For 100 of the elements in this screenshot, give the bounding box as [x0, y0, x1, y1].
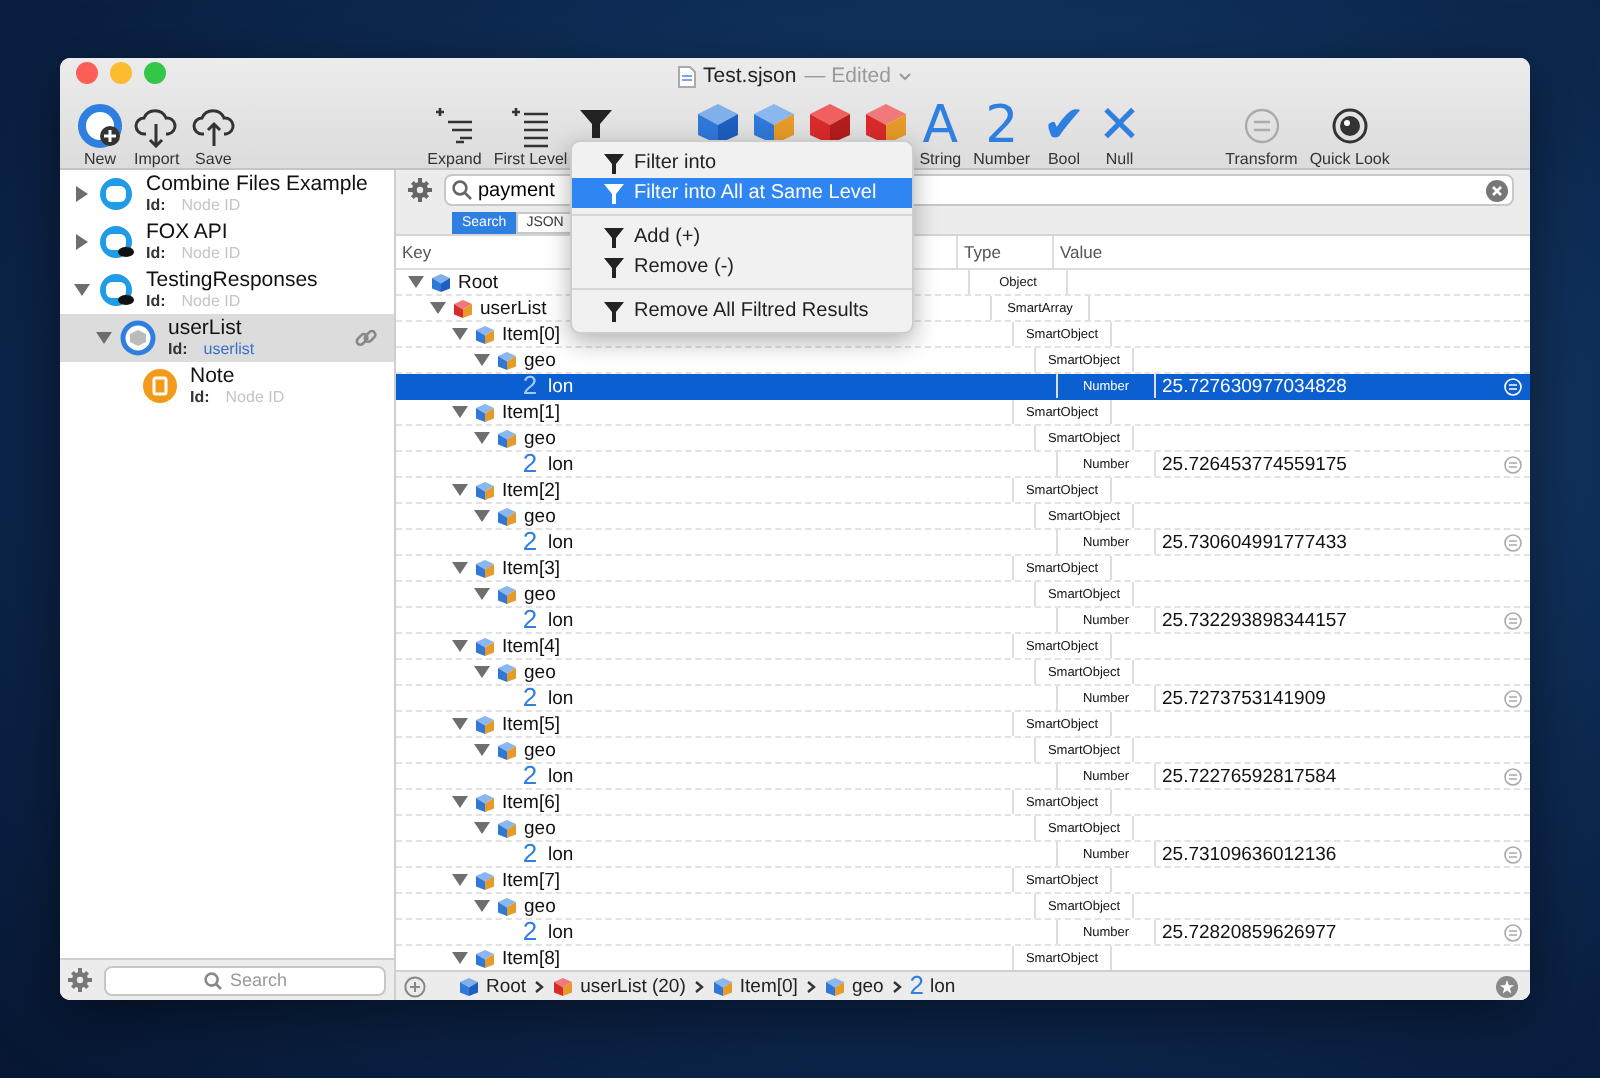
key-text: geo	[524, 583, 556, 605]
toolbar-button[interactable]: A String	[915, 102, 966, 168]
cloud-service-icon	[98, 224, 134, 260]
toolbar-button[interactable]: New	[74, 102, 126, 168]
key-text: lon	[548, 921, 574, 943]
value-text: 25.730604991777433	[1162, 531, 1347, 553]
toolbar-button[interactable]: ✔ Bool	[1038, 102, 1090, 168]
sidebar-item[interactable]: TestingResponses Id: Node ID	[60, 266, 394, 314]
key-text: Item[6]	[502, 791, 561, 813]
convert-icon	[1504, 611, 1522, 629]
convert-icon	[1504, 689, 1522, 707]
cube-icon	[496, 505, 518, 527]
breadcrumb-item[interactable]: Item[0]	[739, 975, 798, 997]
convert-icon	[1504, 455, 1522, 473]
expand-lines-icon	[432, 104, 477, 148]
cloud-service-icon	[98, 176, 134, 212]
item-name: Combine Files Example	[146, 172, 370, 196]
number-glyph: 2	[909, 974, 925, 998]
key-text: lon	[548, 843, 574, 865]
type-glyph: A	[922, 102, 959, 150]
cube-icon	[496, 895, 518, 917]
key-text: Item[0]	[502, 323, 561, 345]
toolbar-button[interactable]: First Level	[489, 102, 572, 168]
sidebar-item[interactable]: Combine Files Example Id: Node ID	[60, 170, 394, 218]
key-text: lon	[548, 531, 574, 553]
chevron-icon	[805, 979, 816, 993]
value-text: 25.72276592817584	[1162, 765, 1337, 787]
key-text: Item[1]	[502, 401, 561, 423]
key-text: geo	[524, 895, 556, 917]
id-label: Id:	[146, 196, 166, 216]
column-header[interactable]: Value	[1052, 236, 1530, 268]
key-text: geo	[524, 427, 556, 449]
toolbar-button[interactable]: ✕ Null	[1093, 102, 1146, 168]
id-label: Id:	[146, 244, 166, 264]
value-text: 25.72820859626977	[1162, 921, 1337, 943]
key-text: Item[8]	[502, 947, 561, 969]
column-header[interactable]: Type	[956, 236, 1052, 268]
toolbar-button[interactable]: Import	[130, 102, 184, 168]
convert-icon	[1504, 923, 1522, 941]
link-icon	[354, 326, 378, 350]
cube-icon	[496, 349, 518, 371]
sidebar-item[interactable]: Note Id: Node ID	[60, 362, 394, 410]
item-name: Note	[190, 364, 237, 388]
cube-circle-icon	[120, 320, 156, 356]
number-glyph: 2	[520, 374, 540, 398]
toolbar-button[interactable]: Expand	[423, 102, 486, 168]
key-text: Item[2]	[502, 479, 561, 501]
number-glyph: 2	[520, 686, 540, 710]
key-text: lon	[548, 609, 574, 631]
cube-icon	[496, 427, 518, 449]
id-value: Node ID	[181, 292, 241, 312]
document-status: — Edited	[804, 64, 891, 88]
cube-icon	[474, 323, 496, 345]
key-text: geo	[524, 349, 556, 371]
cube-icon	[452, 297, 474, 319]
breadcrumb-item[interactable]: Root	[486, 975, 527, 997]
key-text: lon	[548, 765, 574, 787]
cube-icon	[496, 739, 518, 761]
breadcrumb-item[interactable]: geo	[851, 975, 884, 997]
breadcrumb-item[interactable]: userList (20)	[580, 975, 686, 997]
cube-icon	[474, 947, 496, 969]
toolbar-button[interactable]: Save	[187, 102, 240, 168]
toolbar-button[interactable]: 2 Number	[969, 102, 1035, 168]
convert-icon	[1504, 845, 1522, 863]
breadcrumb-item[interactable]: lon	[930, 975, 956, 997]
menu-item[interactable]: Add (+)	[572, 222, 912, 252]
menu-item[interactable]: Filter into All at Same Level	[572, 178, 912, 208]
document-icon	[677, 65, 696, 87]
value-text: 25.727630977034828	[1162, 375, 1347, 397]
value-text: 25.73109636012136	[1162, 843, 1337, 865]
star-circle-icon	[1496, 975, 1518, 997]
number-glyph: 2	[520, 842, 540, 866]
type-glyph: 2	[985, 102, 1019, 150]
note-icon	[142, 368, 178, 404]
id-value: userlist	[203, 340, 255, 360]
key-text: userList	[480, 297, 547, 319]
cube-icon	[458, 975, 480, 997]
key-text: Item[4]	[502, 635, 561, 657]
menu-item[interactable]: Remove All Filtred Results	[572, 296, 912, 326]
clear-icon	[1486, 179, 1508, 201]
toolbar-button[interactable]: Quick Look	[1305, 102, 1394, 168]
cube-icon	[823, 975, 846, 997]
sidebar-item[interactable]: userList Id: userlist	[60, 314, 394, 362]
id-value: Node ID	[181, 244, 241, 264]
toolbar-button[interactable]: Transform	[1221, 102, 1302, 168]
value-text: 25.7273753141909	[1162, 687, 1326, 709]
key-text: Root	[458, 271, 499, 293]
list-lines-icon	[508, 104, 553, 148]
plus-circle-icon	[78, 104, 122, 148]
chevron-icon	[534, 979, 545, 993]
settings-icon	[68, 968, 92, 992]
menu-item[interactable]: Filter into	[572, 148, 912, 178]
value-text: 25.726453774559175	[1162, 453, 1347, 475]
id-label: Id:	[146, 292, 166, 312]
key-text: geo	[524, 817, 556, 839]
search-field[interactable]: Search	[104, 965, 386, 995]
cube-icon	[474, 479, 496, 501]
key-text: Item[7]	[502, 869, 561, 891]
close-button[interactable]	[76, 62, 98, 84]
sidebar-item[interactable]: FOX API Id: Node ID	[60, 218, 394, 266]
